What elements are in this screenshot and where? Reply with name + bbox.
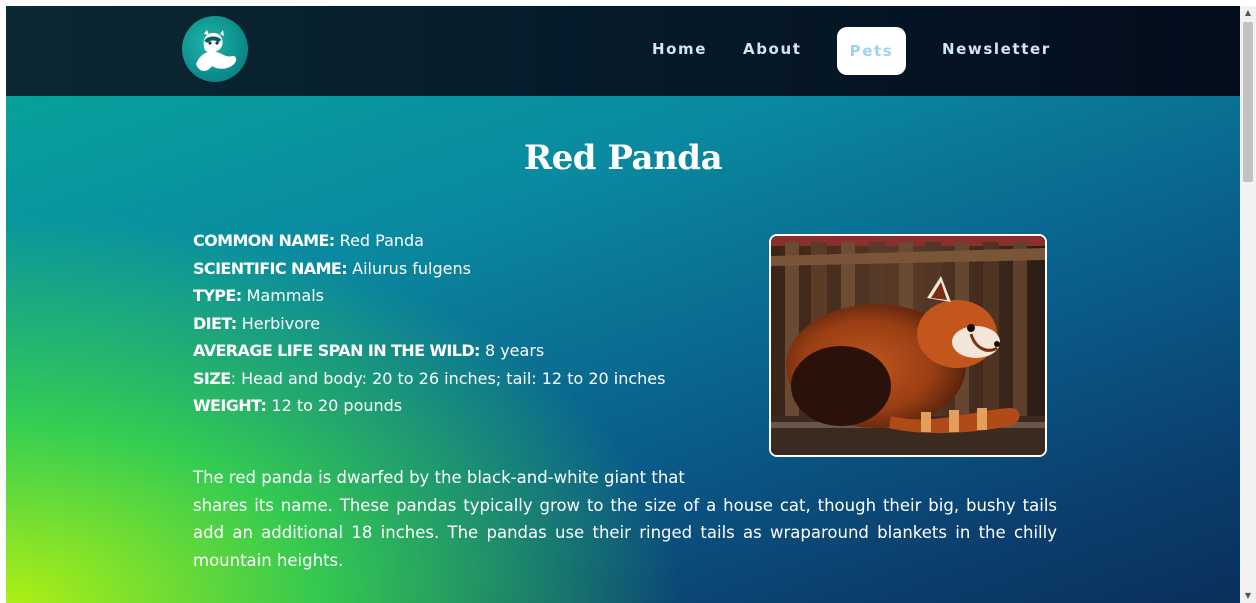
scroll-up-arrow-icon[interactable]: ▲ bbox=[1240, 6, 1256, 20]
vertical-scrollbar[interactable]: ▲ ▼ bbox=[1240, 6, 1256, 603]
fact-common-name: COMMON NAME: Red Panda bbox=[193, 227, 753, 255]
fact-label: SCIENTIFIC NAME: bbox=[193, 258, 348, 278]
navbar: Home About Pets Newsletter bbox=[6, 6, 1240, 96]
nav-item-newsletter[interactable]: Newsletter bbox=[942, 40, 1051, 58]
fact-value: Ailurus fulgens bbox=[347, 258, 471, 278]
ferret-logo-icon[interactable] bbox=[182, 16, 248, 82]
fact-value: Red Panda bbox=[334, 231, 424, 250]
page-frame: Home About Pets Newsletter Red Panda COM… bbox=[6, 6, 1240, 603]
fact-value: 8 years bbox=[479, 341, 545, 360]
fact-scientific-name: SCIENTIFIC NAME: Ailurus fulgens bbox=[193, 255, 753, 283]
page-title: Red Panda bbox=[523, 138, 723, 178]
fact-value: 12 to 20 pounds bbox=[266, 396, 403, 415]
fact-life-span: AVERAGE LIFE SPAN IN THE WILD: 8 years bbox=[193, 337, 753, 365]
description-line-1: The red panda is dwarfed by the black-an… bbox=[193, 468, 685, 487]
red-panda-photo bbox=[769, 234, 1047, 457]
fact-weight: WEIGHT: 12 to 20 pounds bbox=[193, 392, 753, 420]
scroll-down-arrow-icon[interactable]: ▼ bbox=[1240, 589, 1256, 603]
fact-diet: DIET: Herbivore bbox=[193, 310, 753, 338]
nav-item-pets[interactable]: Pets bbox=[837, 27, 906, 75]
nav-item-about[interactable]: About bbox=[743, 40, 802, 58]
fact-label: AVERAGE LIFE SPAN IN THE WILD: bbox=[193, 341, 480, 360]
fact-size: SIZE: Head and body: 20 to 26 inches; ta… bbox=[193, 365, 753, 393]
fact-label: DIET: bbox=[193, 313, 237, 333]
fact-label: COMMON NAME: bbox=[193, 231, 335, 250]
fact-value: Mammals bbox=[241, 286, 325, 305]
fact-label: SIZE bbox=[193, 368, 231, 388]
fact-type: TYPE: Mammals bbox=[193, 282, 753, 310]
fact-value: : Head and body: 20 to 26 inches; tail: … bbox=[230, 368, 666, 388]
scroll-thumb[interactable] bbox=[1243, 22, 1253, 182]
fact-label: WEIGHT: bbox=[193, 396, 267, 415]
description-body: shares its name. These pandas typically … bbox=[193, 495, 1057, 570]
fact-value: Herbivore bbox=[236, 313, 321, 333]
fact-label: TYPE: bbox=[193, 286, 242, 305]
facts-list: COMMON NAME: Red Panda SCIENTIFIC NAME: … bbox=[193, 227, 753, 420]
description: The red panda is dwarfed by the black-an… bbox=[193, 464, 1057, 574]
nav-item-home[interactable]: Home bbox=[652, 40, 707, 58]
